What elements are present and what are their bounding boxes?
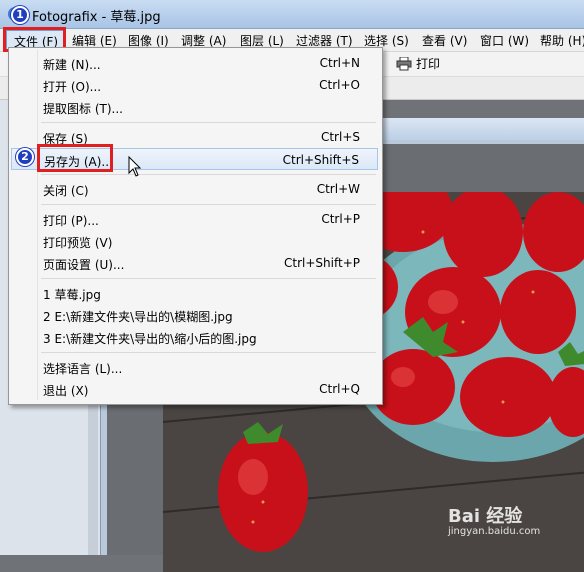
menu-separator <box>41 352 376 353</box>
menu-item-label: 打印预览 (V) <box>43 236 113 250</box>
mouse-cursor-icon <box>128 156 142 177</box>
menu-item-print[interactable]: 打印 (P)... Ctrl+P <box>11 208 378 230</box>
title-bar: Fotografix - 草莓.jpg <box>0 0 584 29</box>
menu-separator <box>41 278 376 279</box>
menu-item-recent-2[interactable]: 2 E:\新建文件夹\导出的\模糊图.jpg <box>11 304 378 326</box>
printer-icon <box>396 56 412 71</box>
menu-item-open[interactable]: 打开 (O)... Ctrl+O <box>11 74 378 96</box>
menu-item-label: 2 E:\新建文件夹\导出的\模糊图.jpg <box>43 310 233 324</box>
menu-item-label: 新建 (N)... <box>43 58 101 72</box>
menu-item-shortcut: Ctrl+P <box>321 212 360 226</box>
watermark-subtext: jingyan.baidu.com <box>448 526 541 537</box>
menu-separator <box>41 204 376 205</box>
menu-help[interactable]: 帮助 (H) <box>540 32 584 49</box>
menu-item-extract-icon[interactable]: 提取图标 (T)... <box>11 96 378 118</box>
menu-view[interactable]: 查看 (V) <box>422 32 467 49</box>
menu-item-close[interactable]: 关闭 (C) Ctrl+W <box>11 178 378 200</box>
menu-item-shortcut: Ctrl+Q <box>319 382 360 396</box>
menu-item-new[interactable]: 新建 (N)... Ctrl+N <box>11 52 378 74</box>
menu-item-shortcut: Ctrl+S <box>320 130 360 144</box>
print-button-label: 打印 <box>416 57 441 71</box>
menu-item-shortcut: Ctrl+O <box>319 78 360 92</box>
watermark-text: Bai 经验 <box>448 506 523 527</box>
menu-item-label: 选择语言 (L)... <box>43 362 123 376</box>
file-menu-dropdown: 新建 (N)... Ctrl+N 打开 (O)... Ctrl+O 提取图标 (… <box>8 47 383 405</box>
menu-item-shortcut: Ctrl+Shift+S <box>282 153 359 167</box>
highlight-box-save-as <box>37 144 113 172</box>
menu-item-shortcut: Ctrl+N <box>319 56 360 70</box>
menu-item-recent-3[interactable]: 3 E:\新建文件夹\导出的\缩小后的图.jpg <box>11 326 378 348</box>
menu-separator <box>41 174 376 175</box>
menu-item-shortcut: Ctrl+Shift+P <box>284 256 360 270</box>
step-badge-2: 2 <box>16 148 34 166</box>
watermark-logo: Bai 经验 jingyan.baidu.com <box>448 502 540 537</box>
menu-window[interactable]: 窗口 (W) <box>480 32 529 49</box>
menu-item-label: 提取图标 (T)... <box>43 102 123 116</box>
menu-item-label: 3 E:\新建文件夹\导出的\缩小后的图.jpg <box>43 332 257 346</box>
menu-item-language[interactable]: 选择语言 (L)... <box>11 356 378 378</box>
step-badge-1: 1 <box>11 6 29 24</box>
window-title: Fotografix - 草莓.jpg <box>32 10 161 25</box>
menu-item-print-preview[interactable]: 打印预览 (V) <box>11 230 378 252</box>
menu-item-label: 关闭 (C) <box>43 184 89 198</box>
menu-item-exit[interactable]: 退出 (X) Ctrl+Q <box>11 378 378 400</box>
menu-separator <box>41 122 376 123</box>
menu-item-shortcut: Ctrl+W <box>316 182 360 196</box>
menu-item-page-setup[interactable]: 页面设置 (U)... Ctrl+Shift+P <box>11 252 378 274</box>
print-button[interactable]: 打印 <box>396 55 440 72</box>
menu-item-recent-1[interactable]: 1 草莓.jpg <box>11 282 378 304</box>
menu-item-label: 打印 (P)... <box>43 214 99 228</box>
menu-item-label: 打开 (O)... <box>43 80 102 94</box>
menu-item-label: 退出 (X) <box>43 384 89 398</box>
menu-item-label: 页面设置 (U)... <box>43 258 125 272</box>
menu-item-label: 1 草莓.jpg <box>43 288 101 302</box>
